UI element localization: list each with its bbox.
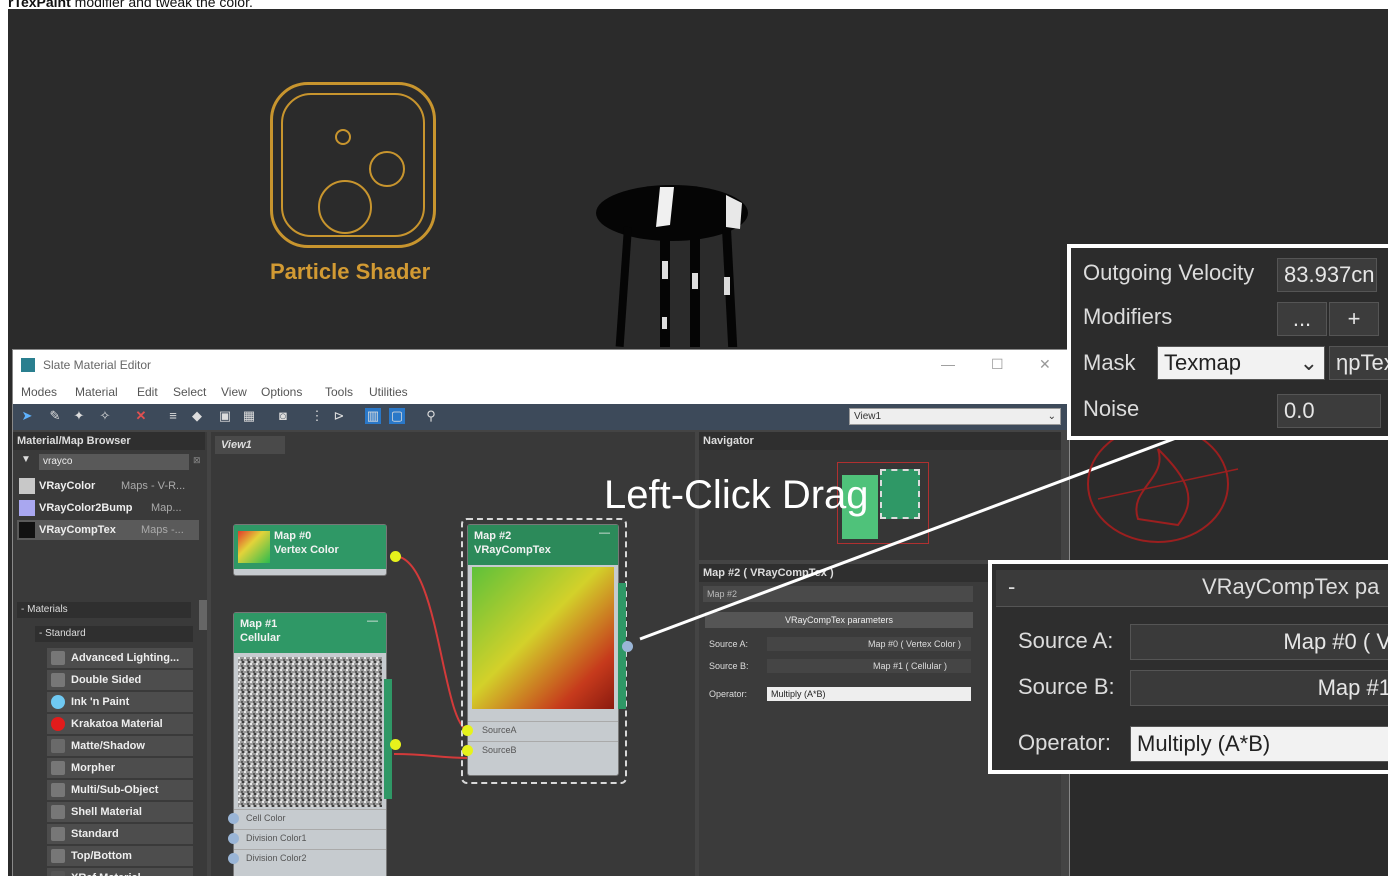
zoom-callout-velocity: Outgoing Velocity 83.937cn Modifiers ...…: [1067, 244, 1388, 440]
mask-texmap-button[interactable]: ηpTex: [1329, 346, 1388, 380]
zoom-source-b-button[interactable]: Map #1: [1130, 670, 1388, 706]
zoom-source-a-button[interactable]: Map #0 ( V: [1130, 624, 1388, 660]
mask-dropdown[interactable]: Texmap ⌄: [1157, 346, 1325, 380]
zoom-source-b-label: Source B:: [1018, 674, 1115, 699]
outgoing-velocity-field[interactable]: 83.937cn: [1277, 258, 1377, 292]
modifiers-options-button[interactable]: ...: [1277, 302, 1327, 336]
chevron-down-icon: ⌄: [1299, 350, 1318, 375]
add-modifier-button[interactable]: +: [1329, 302, 1379, 336]
modifiers-label: Modifiers: [1083, 304, 1173, 329]
zoom-operator-label: Operator:: [1018, 730, 1111, 755]
fire-logo-icon: [1087, 439, 1239, 543]
zoom-callout-vraycomptex: - VRayCompTex pa Source A: Map #0 ( V So…: [988, 560, 1388, 774]
rollout-title: VRayCompTex pa: [1202, 574, 1380, 599]
left-click-drag-annotation: Left-Click Drag: [604, 473, 869, 517]
noise-field[interactable]: 0.0: [1277, 394, 1381, 428]
noise-label: Noise: [1083, 396, 1140, 421]
mask-label: Mask: [1083, 350, 1136, 375]
zoom-source-a-label: Source A:: [1018, 628, 1114, 653]
mask-value: Texmap: [1164, 350, 1242, 375]
outgoing-velocity-label: Outgoing Velocity: [1083, 260, 1255, 285]
zoom-operator-dropdown[interactable]: Multiply (A*B): [1130, 726, 1388, 762]
collapse-icon[interactable]: -: [1008, 574, 1015, 600]
rollout-title-bar[interactable]: - VRayCompTex pa: [996, 570, 1388, 607]
